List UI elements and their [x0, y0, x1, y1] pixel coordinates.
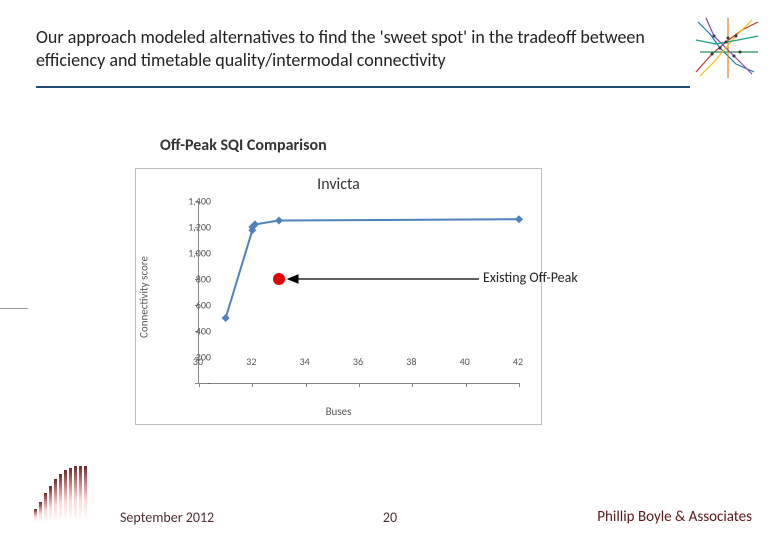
- y-tick-label: -: [177, 377, 211, 390]
- footer: September 2012 20 Phillip Boyle & Associ…: [0, 470, 780, 526]
- x-tick-label: 38: [406, 355, 416, 368]
- x-tick-label: 34: [300, 355, 310, 368]
- existing-off-peak-label: Existing Off-Peak: [483, 269, 578, 286]
- y-tick-label: 800: [177, 273, 211, 286]
- x-tick-label: 30: [193, 355, 203, 368]
- footer-page-number: 20: [383, 509, 397, 526]
- y-tick-label: 400: [177, 325, 211, 338]
- footer-date: September 2012: [120, 509, 214, 526]
- y-tick-label: 1,200: [177, 221, 211, 234]
- y-tick-label: 1,400: [177, 195, 211, 208]
- company-logo: [692, 12, 764, 84]
- page-title: Our approach modeled alternatives to fin…: [36, 26, 660, 71]
- y-axis-label: Connectivity score: [138, 256, 151, 338]
- y-tick-label: 600: [177, 299, 211, 312]
- y-tick-label: 1,000: [177, 247, 211, 260]
- x-axis-label: Buses: [136, 405, 541, 418]
- x-tick-label: 36: [353, 355, 363, 368]
- chart-subhead: Off-Peak SQI Comparison: [160, 136, 327, 155]
- margin-rule: [0, 308, 28, 309]
- x-tick-label: 40: [460, 355, 470, 368]
- title-rule: [36, 86, 690, 88]
- x-tick-label: 42: [513, 355, 523, 368]
- footer-bars-graphic: [34, 466, 98, 522]
- footer-company: Phillip Boyle & Associates: [597, 508, 752, 526]
- slide: Our approach modeled alternatives to fin…: [0, 0, 780, 540]
- x-tick-label: 32: [246, 355, 256, 368]
- chart-title: Invicta: [136, 175, 541, 194]
- chart: Invicta Connectivity score Buses -200400…: [135, 168, 542, 425]
